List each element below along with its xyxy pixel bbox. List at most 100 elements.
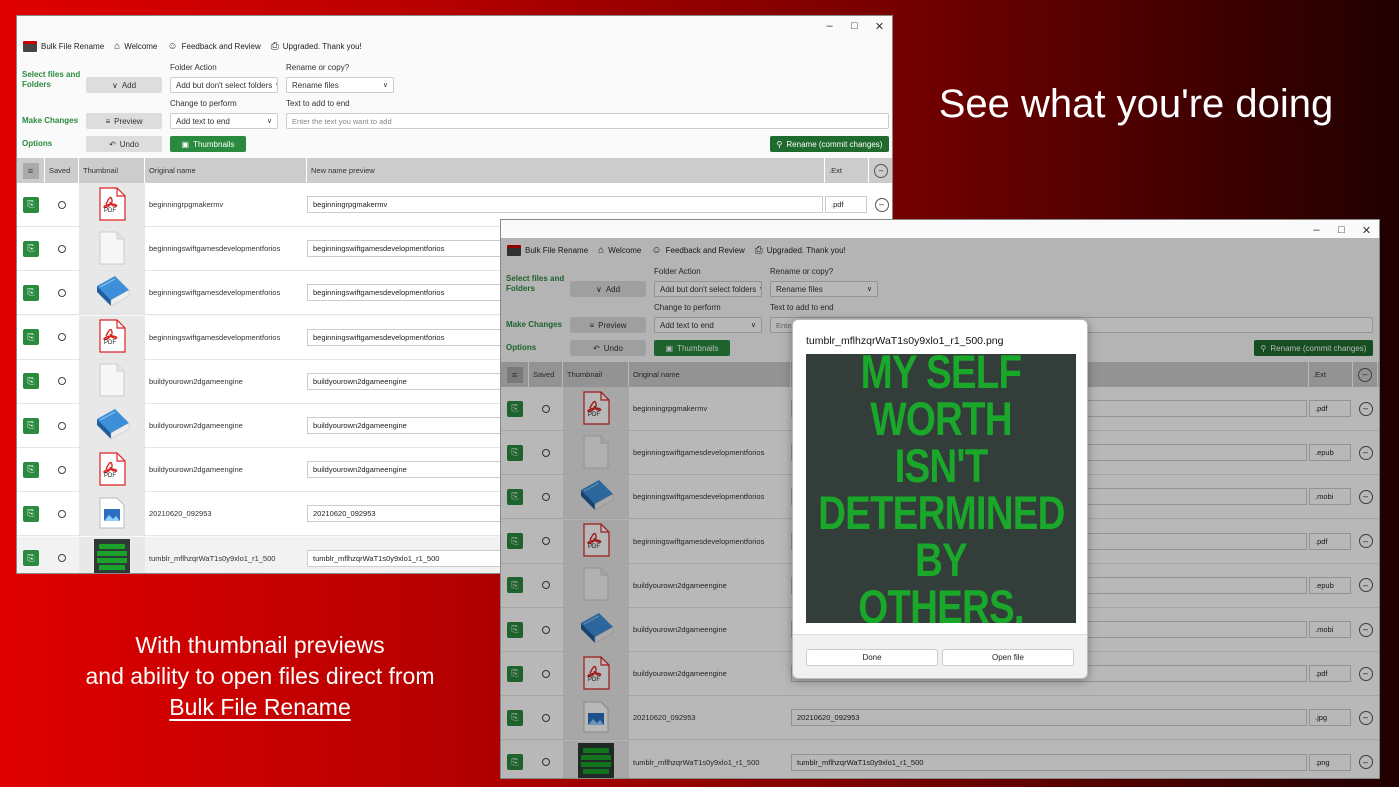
chevron-down-icon: ∨ bbox=[266, 118, 272, 125]
preview-image: MY SELF WORTH ISN'T DETERMINED BY OTHERS… bbox=[806, 354, 1076, 623]
maximize-button[interactable]: □ bbox=[1329, 220, 1354, 240]
original-name-cell: beginningswiftgamesdevelopmentforios bbox=[149, 288, 281, 298]
open-file-icon[interactable]: ⎘ bbox=[23, 329, 39, 346]
quote-image-thumb[interactable] bbox=[94, 539, 130, 573]
rename-or-copy-value: Rename files bbox=[292, 80, 339, 90]
select-all-column[interactable]: ≡ bbox=[17, 158, 45, 183]
saved-cell bbox=[45, 183, 79, 226]
menu-item-label: Upgraded. Thank you! bbox=[282, 42, 362, 51]
pdf-badge: PDF bbox=[104, 472, 116, 479]
thumbnail-cell bbox=[79, 404, 145, 447]
image-text-line: BY OTHERS. bbox=[858, 532, 1024, 624]
saved-indicator bbox=[58, 200, 66, 209]
pdf-icon[interactable]: PDF bbox=[97, 319, 127, 355]
minimize-button[interactable]: – bbox=[817, 16, 842, 36]
add-label: Add bbox=[121, 80, 137, 90]
image-text-line: WORTH ISN'T bbox=[870, 391, 1012, 492]
thumbnail-cell bbox=[79, 536, 145, 573]
column-header: Original name bbox=[145, 158, 307, 183]
book-icon[interactable] bbox=[93, 407, 131, 445]
caption-app-link[interactable]: Bulk File Rename bbox=[60, 692, 460, 723]
column-header: Thumbnail bbox=[79, 158, 145, 183]
menu-item-label: Welcome bbox=[124, 42, 158, 51]
thumbnails-button[interactable]: ▣ Thumbnails bbox=[170, 136, 246, 152]
open-cell: ⎘ bbox=[17, 492, 45, 535]
open-cell: ⎘ bbox=[17, 271, 45, 314]
image-preview-dialog: tumblr_mflhzqrWaT1s0y9xlo1_r1_500.png MY… bbox=[792, 319, 1088, 679]
clear-column[interactable]: – bbox=[869, 158, 892, 183]
rename-or-copy-label: Rename or copy? bbox=[286, 63, 350, 72]
saved-cell bbox=[45, 271, 79, 314]
thumbnail-cell bbox=[79, 492, 145, 536]
saved-cell bbox=[45, 448, 79, 491]
pdf-icon[interactable]: PDF bbox=[97, 452, 127, 488]
remove-row-icon[interactable]: – bbox=[874, 197, 889, 212]
thumbnails-label: Thumbnails bbox=[193, 139, 235, 149]
done-button[interactable]: Done bbox=[806, 649, 938, 666]
undo-button[interactable]: ↶ Undo bbox=[86, 136, 162, 152]
open-file-icon[interactable]: ⎘ bbox=[23, 550, 39, 567]
menu-bar: Bulk File Rename ⌂ Welcome ☺ Feedback and Re… bbox=[23, 41, 362, 52]
pdf-icon[interactable]: PDF bbox=[97, 186, 127, 223]
thumbnail-cell: PDF bbox=[79, 183, 145, 226]
open-file-icon[interactable]: ⎘ bbox=[23, 461, 39, 478]
book-icon[interactable] bbox=[93, 274, 131, 312]
column-header: New name preview bbox=[307, 158, 825, 183]
chevron-down-icon: ∨ bbox=[272, 81, 277, 89]
open-cell: ⎘ bbox=[17, 316, 45, 359]
pdf-badge: PDF bbox=[104, 340, 116, 347]
original-name-cell: buildyourown2dgameengine bbox=[149, 465, 243, 475]
image-text-line: DETERMINED bbox=[817, 485, 1065, 539]
open-file-icon[interactable]: ⎘ bbox=[23, 373, 39, 390]
minimize-button[interactable]: – bbox=[1304, 220, 1329, 240]
open-file-icon[interactable]: ⎘ bbox=[23, 284, 39, 301]
menu-item-feedback[interactable]: ☺ Feedback and Review bbox=[167, 41, 260, 52]
rename-or-copy-select[interactable]: Rename files ∨ bbox=[286, 77, 394, 93]
maximize-button[interactable]: □ bbox=[842, 16, 867, 36]
original-name-cell: beginningrpgmakermv bbox=[149, 200, 224, 209]
list-icon: ≡ bbox=[105, 116, 111, 126]
rename-commit-button[interactable]: ⚲ Rename (commit changes) bbox=[770, 136, 889, 152]
home-icon: ⌂ bbox=[114, 41, 121, 52]
open-file-icon[interactable]: ⎘ bbox=[23, 417, 39, 434]
saved-indicator bbox=[58, 465, 66, 474]
folder-action-select[interactable]: Add but don't select folders∨ bbox=[170, 77, 278, 93]
change-to-perform-select[interactable]: Add text to end ∨ bbox=[170, 113, 278, 129]
image-file-icon[interactable] bbox=[99, 497, 125, 531]
menu-item-upgrade[interactable]: ⎙ Upgraded. Thank you! bbox=[271, 41, 362, 52]
saved-cell bbox=[45, 404, 79, 447]
caption-line-2: and ability to open files direct from bbox=[85, 663, 435, 689]
blank-page-icon[interactable] bbox=[99, 363, 125, 399]
text-to-add-input[interactable]: Enter the text you want to add bbox=[286, 113, 889, 129]
caption-buttons: – □ ✕ bbox=[817, 16, 892, 36]
saved-indicator bbox=[58, 509, 66, 518]
thumbnail-cell bbox=[79, 271, 145, 315]
open-file-icon[interactable]: ⎘ bbox=[23, 505, 39, 522]
original-name-cell: tumblr_mflhzqrWaT1s0y9xlo1_r1_500 bbox=[149, 553, 276, 563]
pdf-badge: PDF bbox=[104, 207, 116, 214]
section-select-files: Select files and Folders bbox=[22, 70, 81, 89]
close-button[interactable]: ✕ bbox=[1354, 220, 1379, 240]
column-header: .Ext bbox=[825, 158, 869, 183]
menu-item-welcome[interactable]: ⌂ Welcome bbox=[114, 41, 157, 52]
app-logo-icon bbox=[23, 41, 37, 52]
extension-input[interactable]: .pdf bbox=[825, 196, 867, 213]
saved-indicator bbox=[58, 244, 66, 253]
select-all-icon[interactable]: ≡ bbox=[22, 162, 39, 179]
remove-all-icon[interactable]: – bbox=[874, 163, 888, 178]
open-cell: ⎘ bbox=[17, 360, 45, 403]
clipboard-icon: ⎙ bbox=[270, 41, 279, 52]
dialog-footer: Done Open file bbox=[793, 634, 1087, 678]
open-file-icon[interactable]: ⎘ bbox=[23, 240, 39, 257]
preview-button[interactable]: ≡ Preview bbox=[86, 113, 162, 129]
open-file-button[interactable]: Open file bbox=[942, 649, 1074, 666]
open-file-icon[interactable]: ⎘ bbox=[23, 196, 39, 213]
thumbnail-cell bbox=[79, 227, 145, 271]
original-name-cell: beginningswiftgamesdevelopmentforios bbox=[149, 244, 281, 254]
new-name-input[interactable]: beginningrpgmakermv bbox=[307, 196, 823, 213]
blank-page-icon[interactable] bbox=[99, 231, 125, 267]
original-name-cell: buildyourown2dgameengine bbox=[149, 376, 243, 386]
add-button[interactable]: ∨ Add bbox=[86, 77, 162, 93]
close-button[interactable]: ✕ bbox=[867, 16, 892, 36]
smiley-icon: ☺ bbox=[167, 41, 178, 52]
